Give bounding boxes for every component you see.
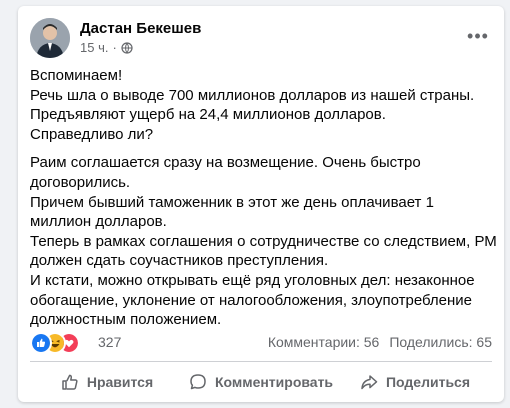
- share-label: Поделиться: [385, 374, 471, 390]
- share-arrow-icon: [361, 375, 378, 390]
- comment-label: Комментировать: [214, 374, 334, 390]
- post-line: Теперь в рамках соглашения о сотрудничес…: [30, 232, 497, 250]
- post-card: Дастан Бекешев 15 ч. · ••• Вспоминаем! Р…: [18, 6, 504, 402]
- post-line: Вспоминаем!: [30, 67, 123, 84]
- avatar-image: [30, 18, 70, 58]
- share-button[interactable]: Поделиться: [338, 366, 492, 398]
- post-header: Дастан Бекешев 15 ч. · •••: [30, 18, 492, 58]
- more-options-icon[interactable]: •••: [466, 26, 490, 46]
- comment-button[interactable]: Комментировать: [184, 366, 338, 398]
- post-actions: Нравится Комментировать Поделиться: [30, 366, 492, 398]
- comments-count[interactable]: Комментарии: 56: [268, 334, 380, 350]
- engagement-stats: Комментарии: 56 Поделились: 65: [268, 334, 492, 350]
- post-timestamp[interactable]: 15 ч.: [80, 40, 108, 55]
- author-name[interactable]: Дастан Бекешев: [80, 20, 201, 37]
- actions-divider: [30, 361, 492, 362]
- post-paragraph-1: Вспоминаем! Речь шла о выводе 700 миллио…: [30, 66, 490, 144]
- like-label: Нравится: [86, 374, 154, 390]
- post-line: должен сдать соучастников преступления.: [30, 252, 329, 270]
- like-button[interactable]: Нравится: [30, 366, 184, 398]
- post-line: Справедливо ли?: [30, 125, 154, 143]
- post-line: должностным положением.: [30, 311, 222, 329]
- post-meta: 15 ч. ·: [80, 40, 133, 55]
- shares-count[interactable]: Поделились: 65: [389, 334, 492, 350]
- author-avatar[interactable]: [30, 18, 70, 58]
- post-paragraph-2: Раим соглашается сразу на возмещение. Оч…: [30, 153, 497, 329]
- post-line: Предъявляют ущерб на 24,4 миллионов долл…: [30, 106, 386, 124]
- post-line: обогащение, уклонение от налогообложения…: [30, 291, 473, 309]
- meta-separator: ·: [112, 40, 117, 55]
- post-line: Причем бывший таможенник в этот же день …: [30, 193, 434, 211]
- post-line: договорились.: [30, 173, 131, 191]
- globe-icon: [121, 41, 133, 54]
- post-line: миллион долларов.: [30, 213, 167, 231]
- post-body: Вспоминаем! Речь шла о выводе 700 миллио…: [30, 66, 497, 339]
- comment-icon: [190, 374, 206, 390]
- post-line: Речь шла о выводе 700 миллионов долларов…: [30, 86, 475, 104]
- like-reaction-icon: [30, 332, 52, 354]
- reactions-summary: 327 Комментарии: 56 Поделились: 65: [30, 332, 492, 354]
- post-line: Раим соглашается сразу на возмещение. Оч…: [30, 154, 421, 172]
- reaction-count[interactable]: 327: [98, 334, 121, 350]
- thumbs-up-icon: [62, 374, 78, 390]
- post-line: И кстати, можно открывать ещё ряд уголов…: [30, 271, 475, 289]
- reaction-icons[interactable]: [30, 332, 90, 354]
